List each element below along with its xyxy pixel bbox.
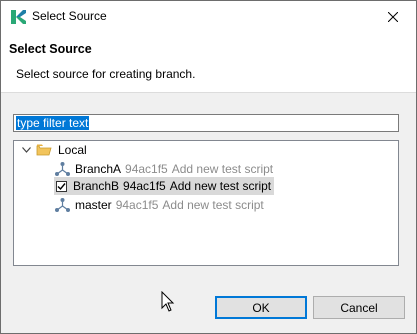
tree-node-local[interactable]: Local [20, 141, 87, 159]
chevron-down-icon [21, 147, 31, 153]
branch-hash: 94ac1f5 [123, 179, 166, 193]
close-icon [388, 11, 398, 22]
branch-name: BranchA [75, 162, 122, 176]
dialog-header: Select Source Select source for creating… [1, 32, 416, 93]
checkmark-icon [57, 182, 66, 190]
tree-node-local-label: Local [58, 143, 87, 157]
tree-item-brancha[interactable]: BranchA 94ac1f5 Add new test script [54, 160, 273, 178]
header-description: Select source for creating branch. [16, 67, 196, 81]
katalon-app-icon [11, 10, 26, 24]
branch-checkbox[interactable] [56, 180, 67, 192]
branch-message: Add new test script [169, 179, 272, 193]
branch-name: master [75, 198, 112, 212]
collapse-toggle[interactable] [20, 144, 32, 156]
branch-hash: 94ac1f5 [115, 198, 159, 212]
tree-item-branchb[interactable]: BranchB 94ac1f5 Add new test script [54, 177, 275, 195]
branch-name: BranchB [73, 179, 120, 193]
folder-icon [36, 144, 52, 156]
branch-message: Add new test script [162, 198, 264, 212]
branch-tree[interactable]: Local BranchA 94ac1f5 Add new test scrip… [13, 140, 399, 266]
header-title: Select Source [9, 42, 92, 56]
ok-button[interactable]: OK [215, 296, 307, 319]
title-bar: Select Source [1, 1, 416, 32]
branch-icon [55, 198, 70, 212]
window-title: Select Source [32, 9, 107, 23]
cancel-button[interactable]: Cancel [313, 296, 405, 319]
branch-icon [55, 162, 70, 176]
branch-message: Add new test script [171, 162, 274, 176]
mouse-cursor-icon [161, 291, 175, 312]
tree-item-master[interactable]: master 94ac1f5 Add new test script [54, 196, 264, 214]
select-source-dialog: Select Source Select Source Select sourc… [0, 0, 417, 334]
filter-input-text: type filter text [16, 116, 90, 130]
close-button[interactable] [370, 1, 416, 32]
filter-input[interactable]: type filter text [13, 114, 399, 132]
branch-hash: 94ac1f5 [125, 162, 168, 176]
